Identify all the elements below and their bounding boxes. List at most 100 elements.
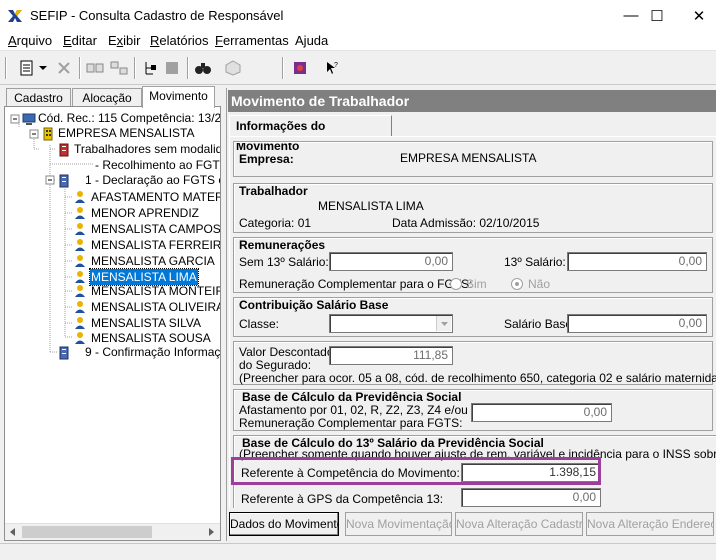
stop-button[interactable] — [161, 57, 183, 79]
toolbar-separator — [187, 57, 189, 79]
sem13-input[interactable]: 0,00 — [329, 252, 453, 271]
classe-dropdown-button[interactable] — [436, 316, 451, 331]
tree-trab-sem-label[interactable]: Trabalhadores sem modalidade — [74, 142, 220, 156]
sim-label: Sim — [466, 277, 487, 291]
valor-descontado-group: Valor Descontado do Segurado: 111,85 (Pr… — [233, 341, 716, 385]
computer-icon — [22, 113, 36, 125]
worker-icon — [75, 207, 85, 219]
sal13-label: 13º Salário: — [504, 255, 566, 269]
chevron-down-icon — [441, 322, 448, 326]
building-icon — [43, 127, 53, 141]
empresa-label: Empresa: — [239, 152, 294, 166]
nova-alteracao-endereco-button[interactable]: Nova Alteração Endereço — [586, 512, 714, 536]
book-icon — [294, 62, 306, 74]
nao-label: Não — [528, 277, 551, 291]
toolbar-grip — [5, 57, 7, 79]
base-previdencia-group: Base de Cálculo da Previdência Social Af… — [233, 389, 713, 431]
base-prev-label-1: Afastamento por 01, 02, R, Z2, Z3, Z4 e/… — [239, 403, 468, 417]
dados-movimento-button[interactable]: Dados do Movimento — [229, 512, 339, 536]
search-button[interactable] — [192, 57, 214, 79]
panel-header: Movimento de Trabalhador — [228, 90, 716, 112]
salbase-input[interactable]: 0,00 — [567, 314, 707, 333]
stop-square-icon — [166, 62, 178, 74]
tab-cadastro[interactable]: Cadastro — [6, 88, 71, 108]
classe-label: Classe: — [239, 317, 280, 331]
delete-button[interactable] — [53, 57, 75, 79]
worker-icon — [75, 301, 85, 313]
trabalhador-nome: MENSALISTA LIMA — [318, 199, 424, 213]
tree-button[interactable] — [139, 57, 161, 79]
tree-declaracao-label[interactable]: 1 - Declaração ao FGTS e à Previdência — [85, 173, 220, 187]
ref-gps-label: Referente à GPS da Competência 13: — [241, 492, 444, 506]
tree-empresa-label[interactable]: EMPRESA MENSALISTA — [58, 126, 194, 140]
move-left-icon — [86, 63, 104, 73]
worker-icon — [75, 285, 85, 297]
tree-recolhimento-label[interactable]: - Recolhimento ao FGTS — [95, 158, 220, 172]
menu-editar[interactable]: Editar — [63, 33, 97, 48]
toolbar: ? — [0, 52, 716, 85]
menu-relatorios[interactable]: Relatórios — [150, 33, 209, 48]
tab-informacoes-movimento[interactable]: Informações do Movimento — [229, 115, 392, 153]
remuneracoes-title: Remunerações — [239, 238, 326, 252]
remuneracoes-group: Remunerações Sem 13º Salário: 0,00 13º S… — [233, 237, 713, 293]
menu-exibir[interactable]: Exibir — [108, 33, 141, 48]
package-icon — [225, 60, 241, 76]
package-button[interactable] — [222, 57, 244, 79]
valor-desc-label-2: do Segurado: — [239, 358, 312, 372]
status-bar — [0, 543, 716, 560]
salbase-label: Salário Base: — [504, 317, 576, 331]
new-dropdown-button[interactable] — [37, 57, 49, 79]
menu-ferramentas[interactable]: Ferramentas — [215, 33, 289, 48]
ref-gps-input[interactable]: 0,00 — [461, 488, 601, 507]
close-button[interactable]: ✕ — [676, 0, 716, 31]
maximize-button[interactable]: ☐ — [634, 0, 680, 31]
move-right-button[interactable] — [108, 57, 130, 79]
cabinet-red-icon — [59, 143, 69, 157]
base-prev-title: Base de Cálculo da Previdência Social — [242, 390, 462, 404]
sefip-logo-icon — [8, 10, 22, 22]
remcomp-label: Remuneração Complementar para o FGTS: — [239, 277, 473, 291]
contribuicao-title: Contribuição Salário Base — [239, 298, 389, 312]
menu-bar: Arquivo Editar Exibir Relatórios Ferrame… — [0, 31, 716, 51]
sim-radio[interactable] — [450, 278, 462, 290]
window-title: SEFIP - Consulta Cadastro de Responsável — [30, 8, 284, 23]
book-button[interactable] — [289, 57, 311, 79]
binoculars-icon — [195, 63, 211, 74]
menu-ajuda[interactable]: Ajuda — [295, 33, 328, 48]
sal13-input[interactable]: 0,00 — [567, 252, 707, 271]
move-left-button[interactable] — [84, 57, 106, 79]
valor-desc-input[interactable]: 111,85 — [329, 346, 453, 365]
worker-icon — [75, 191, 85, 203]
toolbar-separator — [134, 57, 136, 79]
tree-root-label[interactable]: Cód. Rec.: 115 Competência: 13/2015 — [38, 111, 220, 125]
tree-horizontal-scrollbar[interactable] — [5, 523, 220, 540]
tree-confirmacao-label[interactable]: 9 - Confirmação Informações — [85, 345, 220, 359]
worker-icon — [75, 332, 85, 344]
classe-select[interactable] — [329, 314, 453, 333]
sem13-label: Sem 13º Salário: — [239, 255, 329, 269]
base-prev-input[interactable]: 0,00 — [471, 403, 612, 422]
cabinet-blue-icon — [59, 346, 69, 360]
scrollbar-thumb[interactable] — [22, 526, 152, 538]
nao-radio[interactable] — [511, 278, 523, 290]
empresa-group: Empresa: EMPRESA MENSALISTA — [233, 141, 713, 177]
trabalhador-title: Trabalhador — [239, 184, 308, 198]
new-document-button[interactable] — [16, 57, 38, 79]
highlight-box — [231, 457, 601, 485]
nova-alteracao-cadastral-button[interactable]: Nova Alteração Cadastral — [455, 512, 583, 536]
maximize-icon: ☐ — [650, 7, 664, 25]
help-pointer-button[interactable]: ? — [320, 57, 342, 79]
tab-movimento[interactable]: Movimento — [142, 86, 215, 108]
movimento-tree: Cód. Rec.: 115 Competência: 13/2015 EMPR… — [4, 106, 221, 541]
tab-alocacao[interactable]: Alocação — [72, 88, 142, 108]
tree-icon — [145, 62, 156, 75]
movement-details: Empresa: EMPRESA MENSALISTA Trabalhador … — [229, 136, 716, 508]
delete-x-icon — [58, 62, 70, 74]
nova-movimentacao-button[interactable]: Nova Movimentação — [345, 512, 452, 536]
scroll-right-icon[interactable] — [203, 524, 219, 540]
toolbar-separator — [79, 57, 81, 79]
admissao-label: Data Admissão: 02/10/2015 — [392, 216, 540, 230]
menu-arquivo[interactable]: Arquivo — [8, 33, 52, 48]
worker-icon — [75, 223, 85, 235]
scroll-left-icon[interactable] — [5, 524, 21, 540]
